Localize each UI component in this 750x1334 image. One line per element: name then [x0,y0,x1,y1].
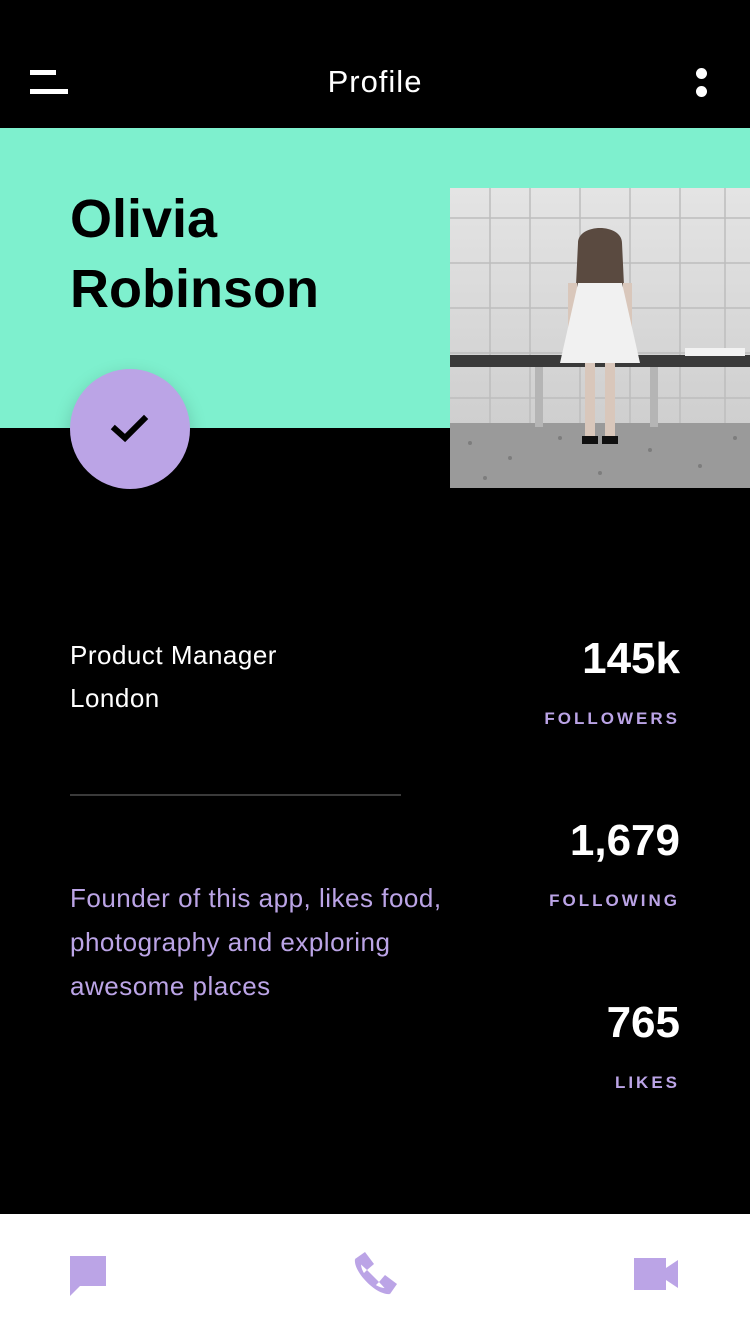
location: London [70,683,160,713]
following-count[interactable]: 1,679 [570,816,680,866]
verified-badge[interactable] [70,369,190,489]
phone-icon [354,1252,397,1295]
likes-count[interactable]: 765 [607,998,680,1048]
chat-button[interactable] [58,1244,118,1304]
following-label: FOLLOWING [549,891,680,910]
followers-count[interactable]: 145k [582,634,680,684]
chat-bubble-icon [70,1256,106,1296]
likes-label: LIKES [614,1073,680,1092]
more-vertical-icon[interactable] [688,66,716,100]
video-call-button[interactable] [626,1244,686,1304]
job-title: Product Manager [70,640,277,670]
checkmark-icon [110,414,149,443]
app-header: Profile [0,0,750,128]
call-button[interactable] [345,1244,405,1304]
profile-screen: Profile Olivia Robinson Product Manager … [0,0,750,1334]
video-camera-icon [634,1258,678,1290]
user-bio: Founder of this app, likes food, photogr… [70,883,442,1001]
profile-photo [450,188,750,488]
bottom-nav [0,1214,750,1334]
user-name: Olivia Robinson [70,189,319,319]
divider [70,794,401,796]
page-title: Profile [327,64,423,99]
followers-label: FOLLOWERS [544,709,680,728]
